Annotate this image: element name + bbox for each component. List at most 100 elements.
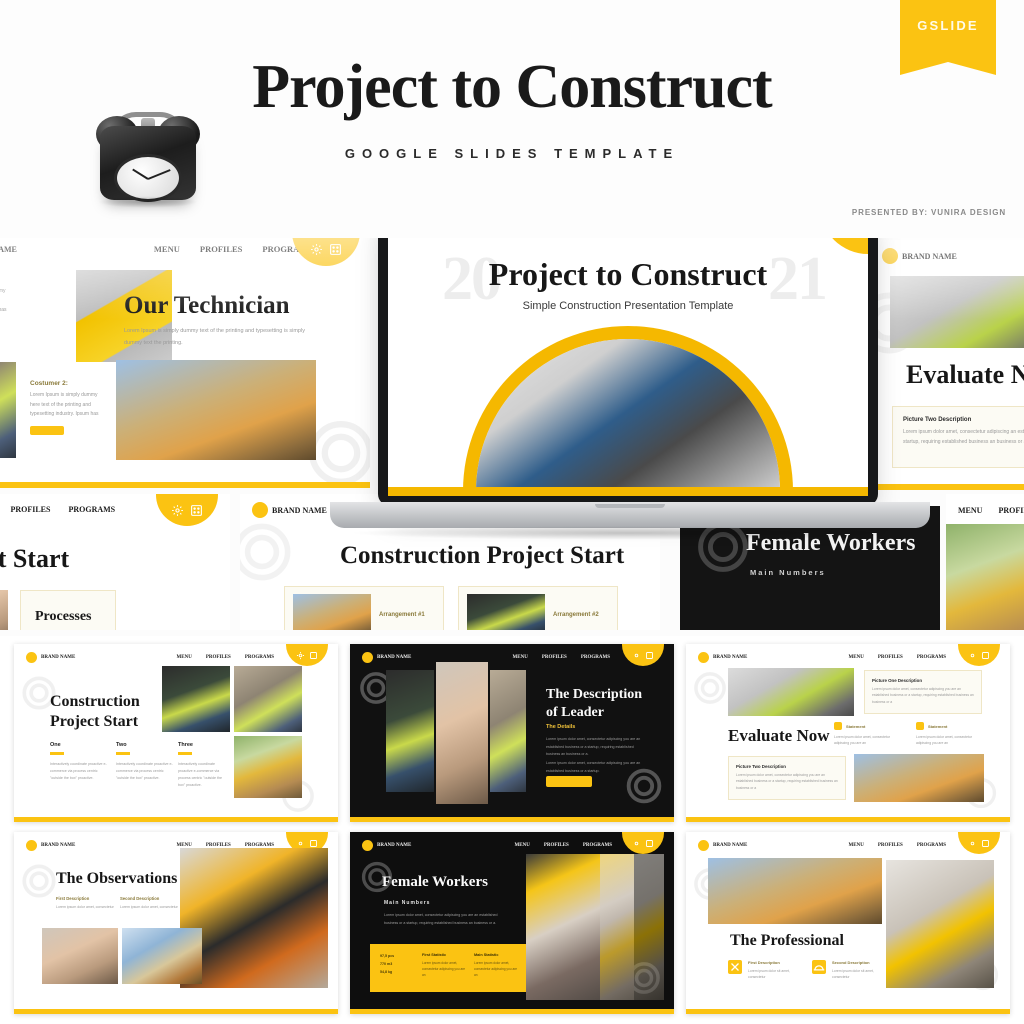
nav-corner-actions[interactable]	[622, 832, 664, 854]
item-text: Lorem ipsum dolor sit amet, consectetur	[748, 969, 790, 980]
nav-link-profiles[interactable]: PROFILES	[878, 655, 903, 660]
column-label: One	[50, 742, 61, 748]
column-text: Interactively coordinate proactive e-com…	[50, 761, 107, 780]
grid-icon[interactable]	[981, 839, 990, 848]
arrangement-photo	[467, 594, 545, 630]
item-text: Lorem ipsum dolor amet, consectetur	[120, 905, 178, 909]
nav-link-menu[interactable]: MENU	[958, 506, 982, 515]
top-nav-links[interactable]: MENU PROFILES PROGRAMS	[0, 505, 115, 514]
nav-link-programs[interactable]: PROGRAMS	[581, 655, 610, 660]
top-nav-links[interactable]: MENU PROFILES PROGRAMS	[177, 655, 274, 660]
grid-icon[interactable]	[190, 504, 203, 517]
nav-link-programs[interactable]: PROGRAMS	[583, 843, 612, 848]
stats-panel: 97,5 pcs 770 m3 54,8 kg First Statistic …	[370, 944, 526, 992]
top-nav-links[interactable]: MENU PROFILES PROGRAMS	[513, 655, 610, 660]
thumb-title: The Professional	[730, 932, 844, 949]
thumbnail-grid: BRAND NAME MENU PROFILES PROGRAMS Constr…	[0, 636, 1024, 1024]
nav-link-programs[interactable]: PROGRAMS	[917, 655, 946, 660]
arrangement-card-1: Arrangement #1	[284, 586, 444, 630]
laptop-slide-title: Project to Construct	[488, 256, 768, 292]
collage-slide-our-technician[interactable]: BRAND NAME MENU PROFILES PROGRAMS	[0, 232, 370, 488]
collage-slide-project-start[interactable]: MENU PROFILES PROGRAMS Project Start Pro…	[0, 494, 230, 630]
gear-icon[interactable]	[632, 651, 641, 660]
item-text: Lorem ipsum dolor sit amet, consectetur	[832, 969, 874, 980]
customer-2-button[interactable]	[30, 425, 64, 435]
worker-photo-1	[162, 666, 230, 732]
nav-link-menu[interactable]: MENU	[177, 655, 192, 660]
footer-bar	[686, 1009, 1010, 1014]
grid-icon[interactable]	[309, 651, 318, 660]
nav-link-programs[interactable]: PROGRAMS	[917, 843, 946, 848]
thumb-title: Construction Project Start	[50, 693, 140, 730]
gear-icon[interactable]	[310, 243, 323, 256]
nav-link-menu[interactable]: MENU	[515, 843, 530, 848]
nav-link-profiles[interactable]: PROFILES	[200, 244, 243, 254]
thumbnail-the-observations[interactable]: BRAND NAME MENU PROFILES PROGRAMS The Ob…	[14, 832, 338, 1014]
gear-icon[interactable]	[296, 839, 305, 848]
thumbnail-female-workers[interactable]: BRAND NAME MENU PROFILES PROGRAMS Female…	[350, 832, 674, 1014]
nav-link-profiles[interactable]: PROFILES	[542, 655, 567, 660]
gslide-badge: GSLIDE	[900, 0, 996, 75]
grid-icon[interactable]	[309, 839, 318, 848]
top-nav-links[interactable]: MENU PROFILES PROGRAMS	[154, 244, 312, 254]
laptop-screen[interactable]: 20 21 BRAND NAME MENU PROFILES PROGRAMS	[388, 206, 868, 496]
gear-icon[interactable]	[171, 504, 184, 517]
column-text: Interactively coordinate proactive e-com…	[178, 761, 223, 788]
slide-title: Our Technician	[124, 292, 290, 319]
nav-corner-actions[interactable]	[958, 644, 1000, 666]
thumbnail-construction-project-start[interactable]: BRAND NAME MENU PROFILES PROGRAMS Constr…	[14, 644, 338, 822]
nav-link-profiles[interactable]: PROFILES	[544, 843, 569, 848]
gear-icon[interactable]	[968, 839, 977, 848]
top-nav-links[interactable]: MENU PROFILES PROGRAMS	[849, 655, 946, 660]
footer-bar	[350, 817, 674, 822]
thumbnail-description-of-leader[interactable]: BRAND NAME MENU PROFILES PROGRAMS The De…	[350, 644, 674, 822]
footer-bar	[14, 817, 338, 822]
laptop-base	[330, 502, 930, 528]
grid-icon[interactable]	[645, 651, 654, 660]
brand-name: BRAND NAME	[252, 502, 327, 518]
collage-slide-portrait[interactable]: MENU PROFILES	[946, 494, 1024, 630]
nav-corner-actions[interactable]	[286, 644, 328, 666]
top-nav-links[interactable]: MENU PROFILES PROGRAMS	[515, 843, 612, 848]
nav-link-programs[interactable]: PROGRAMS	[68, 505, 115, 514]
nav-link-profiles[interactable]: PROFILES	[10, 505, 50, 514]
brand-label: BRAND NAME	[0, 244, 17, 254]
customer-card-2: Costumer 2: Lorem Ipsum is simply dummy …	[30, 380, 104, 435]
nav-link-menu[interactable]: MENU	[154, 244, 180, 254]
top-nav-links[interactable]: MENU PROFILES	[958, 506, 1024, 515]
gear-icon[interactable]	[968, 651, 977, 660]
worker-photo-2	[234, 666, 302, 732]
thumbnail-the-professional[interactable]: BRAND NAME MENU PROFILES PROGRAMS The Pr…	[686, 832, 1010, 1014]
thumbnail-evaluate-now[interactable]: BRAND NAME MENU PROFILES PROGRAMS Pictur…	[686, 644, 1010, 822]
caption-text: Lorem ipsum dolor amet, consectetur adip…	[736, 773, 838, 790]
grid-icon[interactable]	[645, 839, 654, 848]
gear-icon[interactable]	[632, 839, 641, 848]
grid-icon[interactable]	[981, 651, 990, 660]
customer-2-text: Lorem Ipsum is simply dummy here text of…	[30, 392, 99, 417]
arrangement-label-2: Arrangement #2	[553, 612, 599, 618]
nav-link-menu[interactable]: MENU	[513, 655, 528, 660]
frame-photo	[854, 754, 984, 802]
nav-link-menu[interactable]: MENU	[849, 843, 864, 848]
caption-label: Picture Two Description	[736, 764, 786, 769]
interior-photo	[0, 590, 8, 630]
nav-link-menu[interactable]: MENU	[849, 655, 864, 660]
top-nav-links[interactable]: MENU PROFILES PROGRAMS	[849, 843, 946, 848]
brand-name: BRAND NAME	[362, 840, 411, 851]
nav-corner-actions[interactable]	[622, 644, 664, 666]
nav-link-profiles[interactable]: PROFILES	[998, 506, 1024, 515]
gear-icon[interactable]	[296, 651, 305, 660]
slide-subtitle: Main Numbers	[750, 568, 826, 577]
leader-photo-right	[490, 670, 526, 792]
nav-corner-actions[interactable]	[958, 832, 1000, 854]
nav-link-programs[interactable]: PROGRAMS	[245, 655, 274, 660]
observation-item-1: First Description Lorem ipsum dolor amet…	[56, 896, 116, 911]
nav-link-profiles[interactable]: PROFILES	[878, 843, 903, 848]
gslide-badge-label: GSLIDE	[917, 18, 979, 33]
laptop-slide-subtitle: Simple Construction Presentation Templat…	[522, 300, 734, 312]
panel-label: Main Statistic	[474, 953, 499, 957]
nav-link-profiles[interactable]: PROFILES	[206, 655, 231, 660]
cta-button[interactable]	[546, 776, 592, 787]
customer-card-1: Costumer 1: Lorem Ipsum is simply dummy …	[0, 276, 12, 331]
brand-label: BRAND NAME	[713, 843, 748, 848]
